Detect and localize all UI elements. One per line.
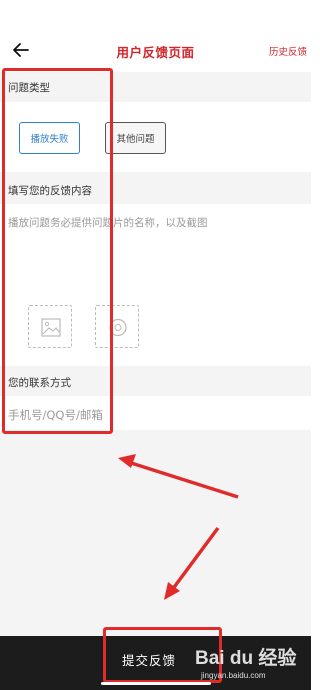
watermark-url: jingyan.baidu.com	[201, 671, 266, 680]
annotation-arrows	[118, 454, 239, 600]
submit-feedback-button[interactable]: 提交反馈	[122, 650, 176, 669]
annotation-arrow-lower-line	[170, 526, 220, 592]
home-indicator[interactable]	[101, 682, 211, 685]
watermark-logo-text: Bai du 经验	[195, 648, 297, 669]
baidu-watermark: Bai du 经验 jingyan.baidu.com	[195, 643, 309, 687]
annotation-arrow-upper-line	[127, 460, 239, 499]
annotation-arrow-upper-head	[118, 454, 136, 468]
